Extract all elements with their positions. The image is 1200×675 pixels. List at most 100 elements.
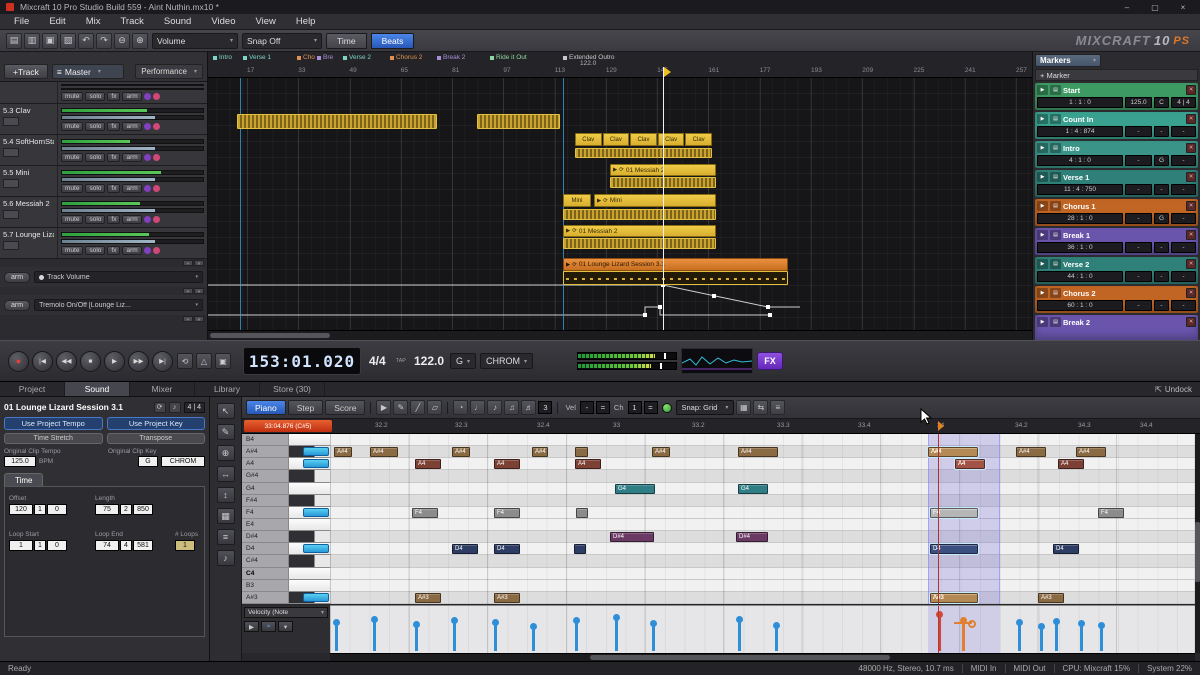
velocity-head[interactable]	[736, 616, 743, 623]
instrument-icon[interactable]	[3, 241, 19, 250]
eraser-icon[interactable]: ▱	[427, 400, 442, 415]
marker-tempo[interactable]: -	[1125, 271, 1152, 282]
marker-signature[interactable]: -	[1171, 213, 1196, 224]
dot-note-icon[interactable]: ◔	[453, 400, 468, 415]
velocity-head[interactable]	[613, 614, 620, 621]
length-field[interactable]: 75 2 850	[95, 504, 153, 515]
add-marker-button[interactable]: + Marker	[1035, 69, 1198, 81]
track-mute-button[interactable]: mute	[61, 215, 83, 224]
marker-grid-icon[interactable]: ▤	[1050, 85, 1061, 95]
menu-item-sound[interactable]: Sound	[154, 14, 201, 29]
marker-play-icon[interactable]: ▶	[1037, 172, 1048, 182]
piano-roll-vscrollbar[interactable]	[1195, 434, 1200, 653]
orig-key-select[interactable]: G	[138, 456, 158, 467]
midi-note-A#4[interactable]: A#4	[1076, 447, 1106, 457]
pan-slider[interactable]	[61, 208, 204, 213]
snap-select[interactable]: Snap Off ▾	[242, 33, 322, 49]
marker-signature[interactable]: -	[1171, 242, 1196, 253]
clip[interactable]: ▶⟳01 Messiah 2	[563, 225, 716, 237]
loop-end-field[interactable]: 74 4 581	[95, 540, 165, 551]
section-marker[interactable]: Intro	[213, 54, 232, 61]
midi-note-F4[interactable]	[576, 508, 588, 518]
section-marker[interactable]: Verse 1	[243, 54, 271, 61]
volume-slider[interactable]	[61, 108, 204, 113]
marker-delete-button[interactable]: ✕	[1186, 114, 1196, 124]
velocity-stem[interactable]	[652, 624, 655, 651]
tap-tempo-button[interactable]: TAP	[396, 358, 406, 364]
open-icon[interactable]: ▥	[24, 33, 40, 49]
track-fx-button[interactable]: fx	[107, 153, 120, 162]
tab-mixer[interactable]: Mixer	[130, 382, 195, 396]
master-track-select[interactable]: ≡ Master ▾	[52, 64, 124, 79]
menu-item-mix[interactable]: Mix	[76, 14, 111, 29]
fx-knob[interactable]	[144, 247, 151, 254]
arm-knob[interactable]	[153, 93, 160, 100]
pan-horizontal-icon[interactable]: ↔	[217, 466, 235, 482]
midi-note-A#4[interactable]: A#4	[334, 447, 352, 457]
velocity-equal-button[interactable]: =	[596, 401, 610, 414]
add-automation-lane-button[interactable]: +	[183, 288, 193, 294]
velocity-head[interactable]	[371, 616, 378, 623]
orig-tempo-value[interactable]: 125.0	[4, 456, 36, 467]
marker-grid-icon[interactable]: ▤	[1050, 143, 1061, 153]
playhead[interactable]	[663, 67, 664, 330]
marker-play-icon[interactable]: ▶	[1037, 259, 1048, 269]
clip[interactable]	[563, 238, 716, 249]
velocity-stem[interactable]	[373, 620, 376, 651]
marker-delete-button[interactable]: ✕	[1186, 172, 1196, 182]
track-mute-button[interactable]: mute	[61, 153, 83, 162]
section-marker[interactable]: Break 2	[437, 54, 465, 61]
marker-item[interactable]: ▶▤Start✕1 : 1 : 0125.0C4 | 4	[1035, 83, 1198, 110]
scrollbar-thumb[interactable]	[1195, 522, 1200, 582]
channel-equal-button[interactable]: =	[644, 401, 658, 414]
maximize-button[interactable]: ▢	[1144, 1, 1166, 13]
piano-key-D4[interactable]: D4	[242, 543, 330, 555]
marker-item[interactable]: ▶▤Chorus 2✕60 : 1 : 0---	[1035, 286, 1198, 313]
instrument-icon[interactable]	[3, 148, 19, 157]
line-icon[interactable]: ╱	[410, 400, 425, 415]
automation-type-select[interactable]: Volume ▾	[152, 33, 238, 49]
track-fx-button[interactable]: fx	[107, 246, 120, 255]
marker-tempo[interactable]: -	[1125, 126, 1152, 137]
marker-position[interactable]: 1 : 1 : 0	[1037, 97, 1123, 108]
track-solo-button[interactable]: solo	[85, 153, 105, 162]
marker-tempo[interactable]: -	[1125, 213, 1152, 224]
velocity-head[interactable]	[413, 621, 420, 628]
scrollbar-thumb[interactable]	[210, 333, 330, 338]
keyboard-icon[interactable]: ▦	[736, 400, 751, 415]
offset-tick[interactable]: 0	[47, 504, 67, 515]
num-loops-field[interactable]: 1	[175, 540, 195, 551]
velocity-head[interactable]	[1053, 618, 1060, 625]
marker-signature[interactable]: 4 | 4	[1171, 97, 1196, 108]
timeline-clips[interactable]: ClavClavClavClavClav▶⟳01 Messiah 2Mini▶⟳…	[208, 78, 1032, 330]
marker-grid-icon[interactable]: ▤	[1050, 230, 1061, 240]
clip[interactable]	[575, 148, 712, 158]
velocity-stem[interactable]	[1080, 624, 1083, 651]
track-info[interactable]: 5.6 Messiah 2	[0, 197, 58, 227]
length-bar[interactable]: 75	[95, 504, 119, 515]
arm-knob[interactable]	[153, 216, 160, 223]
track-fx-button[interactable]: fx	[107, 122, 120, 131]
instrument-icon[interactable]	[3, 179, 19, 188]
marker-delete-button[interactable]: ✕	[1186, 230, 1196, 240]
track-arm-button[interactable]: arm	[122, 92, 141, 101]
velocity-stem[interactable]	[1100, 626, 1103, 651]
velocity-head[interactable]	[1038, 623, 1045, 630]
menu-item-help[interactable]: Help	[286, 14, 326, 29]
instrument-icon[interactable]	[3, 117, 19, 126]
marker-delete-button[interactable]: ✕	[1186, 85, 1196, 95]
draw-tool-icon[interactable]: ✎	[217, 424, 235, 440]
snap-grid-select[interactable]: Snap: Grid▾	[676, 400, 735, 415]
piano-key-G4[interactable]: G4	[242, 483, 330, 495]
piano-key-F#4[interactable]: F#4	[242, 495, 330, 507]
marker-delete-button[interactable]: ✕	[1186, 317, 1196, 327]
undo-icon[interactable]: ↶	[78, 33, 94, 49]
midi-note-D4[interactable]: D4	[452, 544, 478, 554]
marker-position[interactable]: 36 : 1 : 0	[1037, 242, 1123, 253]
track-info[interactable]	[0, 82, 58, 103]
track-fx-button[interactable]: fx	[107, 92, 120, 101]
midi-note-D4[interactable]: D4	[494, 544, 520, 554]
play-icon[interactable]: ▶	[376, 400, 391, 415]
track-arm-button[interactable]: arm	[122, 122, 141, 131]
midi-note-A#4[interactable]: A#4	[652, 447, 670, 457]
